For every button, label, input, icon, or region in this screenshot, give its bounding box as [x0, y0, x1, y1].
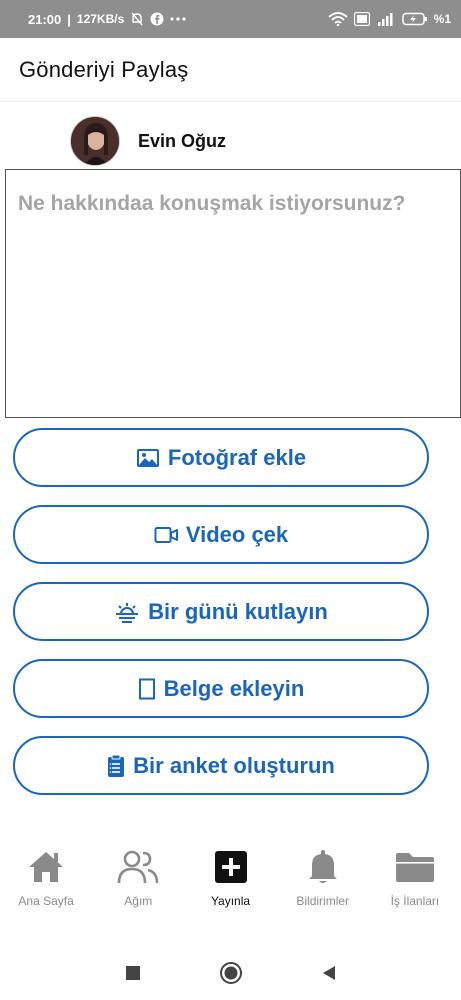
nav-label-notifications: Bildirimler — [296, 894, 350, 908]
facebook-icon — [150, 12, 164, 26]
add-photo-label: Fotoğraf ekle — [167, 444, 307, 470]
bottom-nav: Ana Sayfa Ağım Yayınla Bildirimler İş İl… — [0, 838, 461, 928]
create-poll-button[interactable]: Bir anket oluşturun — [13, 736, 429, 795]
folder-icon — [395, 848, 435, 886]
battery-icon — [401, 12, 428, 26]
nav-item-post[interactable]: Yayınla — [184, 838, 276, 928]
post-text-area[interactable]: Ne hakkındaa konuşmak istiyorsunuz? — [5, 169, 461, 418]
network-icon — [117, 848, 159, 886]
create-poll-label: Bir anket oluşturun — [133, 752, 335, 778]
celebrate-occasion-label: Bir günü kutlayın — [148, 598, 328, 624]
header: Gönderiyi Paylaş — [0, 38, 461, 102]
celebrate-occasion-button[interactable]: Bir günü kutlayın — [13, 582, 429, 641]
status-time: 21:00 — [28, 11, 62, 27]
status-left: 21:00 | 127KB/s — [28, 12, 186, 27]
status-bar: 21:00 | 127KB/s %1 — [0, 0, 461, 38]
home-circle-icon[interactable] — [219, 961, 243, 985]
system-nav-bar — [0, 945, 461, 1000]
more-dots-icon — [170, 17, 186, 21]
image-icon — [136, 448, 160, 468]
volte-icon — [353, 12, 370, 26]
add-photo-button[interactable]: Fotoğraf ekle — [13, 428, 429, 487]
status-right: %1 — [328, 12, 451, 26]
add-document-button[interactable]: Belge ekleyin — [13, 659, 429, 718]
document-icon — [138, 678, 156, 700]
add-document-label: Belge ekleyin — [163, 675, 305, 701]
record-video-label: Video çek — [185, 521, 289, 547]
status-separator: | — [67, 11, 71, 27]
wifi-icon — [328, 12, 348, 26]
nav-item-notifications[interactable]: Bildirimler — [277, 838, 369, 928]
post-placeholder: Ne hakkındaa konuşmak istiyorsunuz? — [18, 192, 406, 215]
page-title: Gönderiyi Paylaş — [19, 56, 189, 82]
plus-icon — [214, 848, 247, 886]
status-speed: 127KB/s — [76, 12, 125, 26]
nav-label-post: Yayınla — [210, 894, 251, 908]
bell-icon — [306, 848, 340, 886]
recent-apps-icon[interactable] — [125, 965, 141, 981]
nav-label-network: Ağım — [124, 894, 153, 908]
record-video-button[interactable]: Video çek — [13, 505, 429, 564]
nav-label-jobs: İş İlanları — [390, 894, 440, 908]
mute-bell-icon — [130, 12, 144, 26]
nav-item-home[interactable]: Ana Sayfa — [0, 838, 92, 928]
sunrise-icon — [114, 601, 140, 623]
nav-label-home: Ana Sayfa — [18, 894, 74, 908]
nav-item-jobs[interactable]: İş İlanları — [369, 838, 461, 928]
avatar[interactable] — [70, 116, 120, 166]
back-triangle-icon[interactable] — [321, 965, 337, 981]
nav-item-network[interactable]: Ağım — [92, 838, 184, 928]
home-icon — [27, 848, 65, 886]
clipboard-icon — [107, 754, 125, 778]
battery-percent: %1 — [433, 12, 451, 26]
signal-icon — [376, 12, 396, 26]
video-icon — [154, 525, 178, 545]
author-name: Evin Oğuz — [138, 130, 227, 151]
author-row: Evin Oğuz — [70, 116, 226, 166]
